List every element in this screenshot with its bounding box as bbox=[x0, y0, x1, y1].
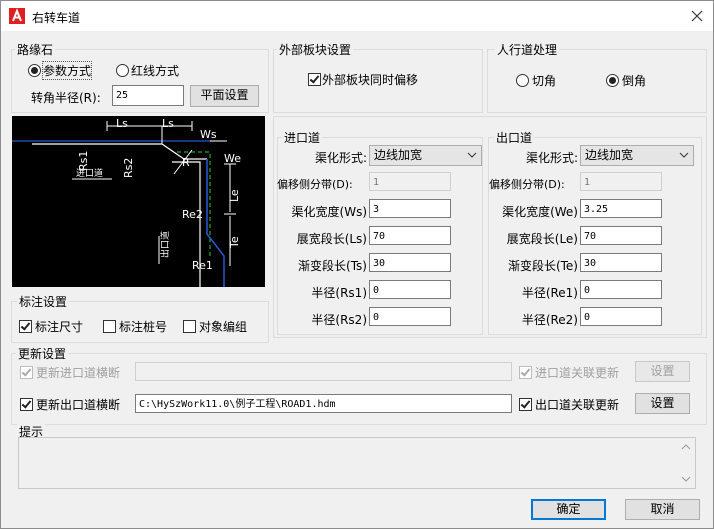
entry-width-label: 渠化宽度(Ws) bbox=[291, 205, 367, 219]
close-icon[interactable] bbox=[687, 6, 707, 26]
chevron-down-icon bbox=[679, 152, 689, 158]
dialog-window: 右转车道 路缘石 参数方式 红线方式 转角半径(R): 25 平面设置 外部板块… bbox=[0, 0, 714, 529]
diagram-label-ls2: Ls bbox=[162, 117, 174, 130]
exit-settings-button[interactable]: 设置 bbox=[635, 393, 690, 414]
exit-offset-input[interactable]: 1 bbox=[580, 172, 662, 191]
exit-cs-path[interactable]: C:\HySzWork11.0\例子工程\ROAD1.hdm bbox=[135, 394, 512, 413]
entry-trans-input[interactable]: 30 bbox=[369, 253, 451, 272]
title-bar: 右转车道 bbox=[1, 1, 713, 31]
chevron-down-icon bbox=[467, 152, 477, 158]
turn-lane-diagram: Ls Ls Ws R We Rs1 Rs2 进口道 Le Re2 Te 出口道 … bbox=[12, 116, 265, 287]
outer-sync-label[interactable]: 外部板块同时偏移 bbox=[322, 71, 418, 88]
sidewalk-title: 人行道处理 bbox=[495, 41, 560, 58]
exit-form-label: 渠化形式: bbox=[525, 151, 578, 165]
exit-r1-label: 半径(Re1) bbox=[521, 286, 578, 300]
entry-r2-input[interactable]: 0 bbox=[369, 307, 451, 326]
diagram-label-entry: 进口道 bbox=[76, 167, 103, 179]
annot-size-checkbox[interactable] bbox=[19, 320, 32, 333]
entry-r1-label: 半径(Rs1) bbox=[311, 286, 367, 300]
diagram-label-we: We bbox=[224, 152, 241, 165]
exit-width-label: 渠化宽度(We) bbox=[502, 205, 578, 219]
diagram-label-r: R bbox=[182, 156, 190, 169]
entry-width-input[interactable]: 3 bbox=[369, 199, 451, 218]
entry-offset-input[interactable]: 1 bbox=[369, 172, 451, 191]
diagram-label-exit: 出口道 bbox=[159, 231, 171, 258]
entry-r2-label: 半径(Rs2) bbox=[311, 313, 367, 327]
chamfer-label[interactable]: 倒角 bbox=[622, 72, 646, 89]
annot-size-label[interactable]: 标注尺寸 bbox=[35, 318, 83, 335]
entry-cs-path[interactable] bbox=[135, 362, 512, 381]
exit-width-input[interactable]: 3.25 bbox=[580, 199, 662, 218]
radius-label: 转角半径(R): bbox=[31, 91, 101, 105]
exit-trans-input[interactable]: 30 bbox=[580, 253, 662, 272]
exit-trans-label: 渐变段长(Te) bbox=[507, 259, 578, 273]
entry-trans-label: 渐变段长(Ts) bbox=[298, 259, 367, 273]
annot-station-label[interactable]: 标注桩号 bbox=[119, 318, 167, 335]
curb-group-title: 路缘石 bbox=[15, 41, 56, 58]
exit-len-label: 展宽段长(Le) bbox=[506, 232, 578, 246]
plane-settings-button[interactable]: 平面设置 bbox=[190, 85, 259, 107]
radius-input[interactable]: 25 bbox=[112, 85, 184, 106]
entry-len-label: 展宽段长(Ls) bbox=[296, 232, 367, 246]
outer-sync-checkbox[interactable] bbox=[308, 73, 321, 86]
exit-form-select[interactable]: 边线加宽 bbox=[580, 145, 694, 166]
app-logo-icon bbox=[9, 8, 25, 24]
entry-cs-label[interactable]: 更新进口道横断 bbox=[36, 364, 120, 381]
entry-cs-checkbox[interactable] bbox=[20, 366, 33, 379]
cut-corner-radio[interactable] bbox=[516, 74, 529, 87]
scroll-up-icon[interactable] bbox=[681, 444, 691, 450]
object-group-label[interactable]: 对象编组 bbox=[199, 318, 247, 335]
exit-r2-input[interactable]: 0 bbox=[580, 307, 662, 326]
exit-form-value: 边线加宽 bbox=[585, 148, 634, 162]
window-title: 右转车道 bbox=[32, 11, 81, 25]
exit-link-label[interactable]: 出口道关联更新 bbox=[535, 396, 619, 413]
exit-r2-label: 半径(Re2) bbox=[521, 313, 578, 327]
chamfer-radio[interactable] bbox=[606, 74, 619, 87]
entry-link-checkbox[interactable] bbox=[519, 366, 532, 379]
entry-form-label: 渠化形式: bbox=[314, 151, 367, 165]
entry-r1-input[interactable]: 0 bbox=[369, 280, 451, 299]
exit-title: 出口道 bbox=[494, 129, 535, 146]
diagram-label-rs2: Rs2 bbox=[122, 158, 135, 178]
outer-block-title: 外部板块设置 bbox=[277, 41, 354, 58]
diagram-label-ls1: Ls bbox=[116, 117, 128, 130]
exit-cs-checkbox[interactable] bbox=[20, 398, 33, 411]
entry-form-value: 边线加宽 bbox=[374, 148, 423, 162]
cut-corner-label[interactable]: 切角 bbox=[532, 72, 556, 89]
redline-mode-label[interactable]: 红线方式 bbox=[131, 62, 179, 79]
annot-station-checkbox[interactable] bbox=[103, 320, 116, 333]
scroll-down-icon[interactable] bbox=[681, 476, 691, 482]
redline-mode-radio[interactable] bbox=[116, 64, 129, 77]
entry-settings-button[interactable]: 设置 bbox=[635, 361, 690, 382]
entry-offset-label: 偏移侧分带(D): bbox=[277, 178, 353, 191]
diagram-label-le: Le bbox=[228, 189, 241, 202]
diagram-label-re1: Re1 bbox=[192, 259, 213, 272]
diagram-label-ws: Ws bbox=[200, 128, 217, 141]
exit-offset-label: 偏移侧分带(D): bbox=[489, 178, 565, 191]
diagram-label-re2: Re2 bbox=[182, 208, 203, 221]
exit-cs-label[interactable]: 更新出口道横断 bbox=[36, 396, 120, 413]
exit-len-input[interactable]: 70 bbox=[580, 226, 662, 245]
exit-link-checkbox[interactable] bbox=[519, 398, 532, 411]
cancel-button[interactable]: 取消 bbox=[625, 499, 700, 520]
entry-form-select[interactable]: 边线加宽 bbox=[369, 145, 482, 166]
entry-len-input[interactable]: 70 bbox=[369, 226, 451, 245]
entry-link-label[interactable]: 进口道关联更新 bbox=[535, 364, 619, 381]
entry-title: 进口道 bbox=[282, 129, 323, 146]
update-title: 更新设置 bbox=[16, 345, 69, 362]
diagram-label-rs1: Rs1 bbox=[77, 151, 90, 171]
object-group-checkbox[interactable] bbox=[183, 320, 196, 333]
diagram-label-te: Te bbox=[228, 236, 241, 249]
exit-r1-input[interactable]: 0 bbox=[580, 280, 662, 299]
param-mode-label[interactable]: 参数方式 bbox=[41, 61, 93, 80]
param-mode-radio[interactable] bbox=[28, 64, 41, 77]
hint-textarea[interactable] bbox=[18, 437, 696, 489]
ok-button[interactable]: 确定 bbox=[531, 499, 606, 520]
annotation-title: 标注设置 bbox=[17, 293, 70, 310]
